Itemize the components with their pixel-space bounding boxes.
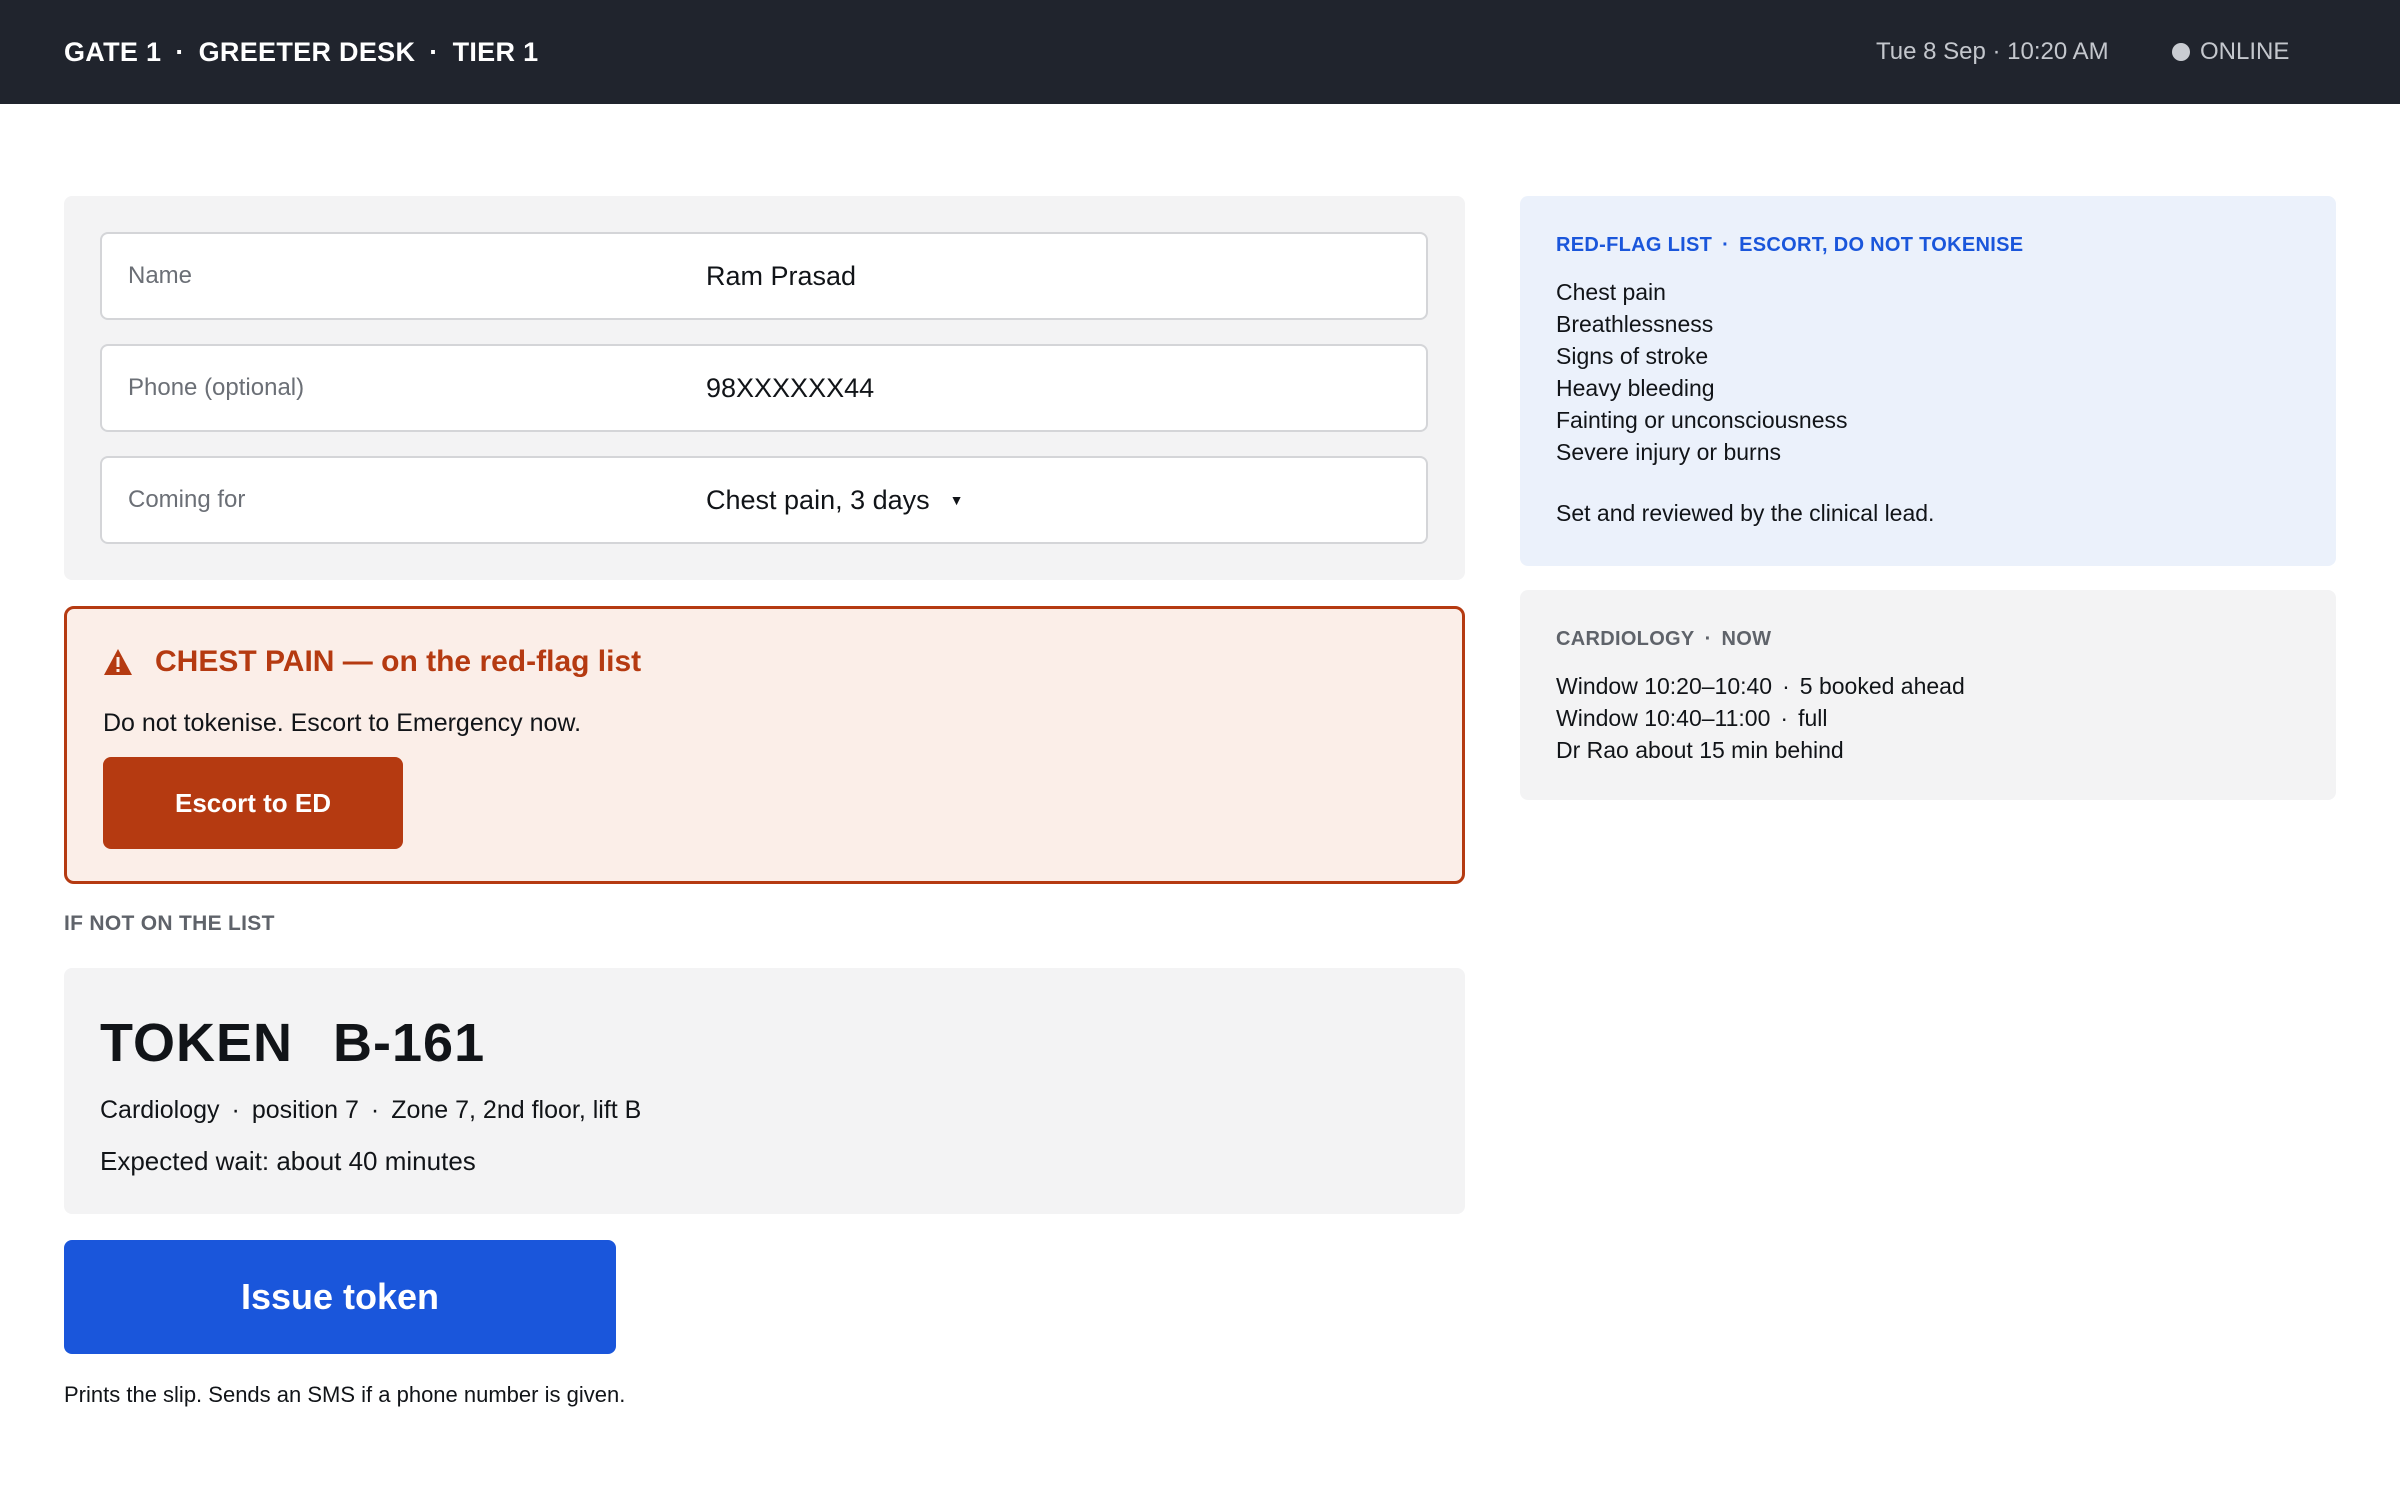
crumb-separator: · — [175, 36, 185, 67]
top-bar: GATE 1 · GREETER DESK · TIER 1 Tue 8 Sep… — [0, 0, 2400, 104]
red-flag-list-panel: RED-FLAG LIST · ESCORT, DO NOT TOKENISE Ch… — [1520, 196, 2336, 566]
cardiology-rows: Window 10:20–10:40 · 5 booked ahead Window… — [1556, 670, 1965, 766]
detail-separator: · — [370, 1096, 380, 1124]
cardiology-heading-a: CARDIOLOGY — [1556, 628, 1695, 650]
doctor-delay-note: Dr Rao about 15 min behind — [1556, 737, 1844, 763]
phone-input[interactable]: 98XXXXXX44 — [706, 346, 874, 430]
token-details: Cardiology · position 7 · Zone 7, 2nd floor,… — [100, 1096, 641, 1125]
red-flag-heading-a: RED-FLAG LIST — [1556, 234, 1713, 256]
status-label: ONLINE — [2200, 38, 2290, 65]
list-item: Heavy bleeding — [1556, 375, 1715, 401]
red-flag-heading-b: ESCORT, DO NOT TOKENISE — [1739, 234, 2024, 256]
red-flag-heading: RED-FLAG LIST · ESCORT, DO NOT TOKENISE — [1556, 234, 2023, 257]
phone-field[interactable]: Phone (optional) 98XXXXXX44 — [100, 344, 1428, 432]
reason-label: Coming for — [128, 486, 246, 513]
alert-title: CHEST PAIN — on the red-flag list — [155, 645, 642, 678]
window-info: full — [1798, 705, 1828, 731]
issue-token-button[interactable]: Issue token — [64, 1240, 616, 1354]
heading-separator: · — [1722, 234, 1730, 256]
location-breadcrumb: GATE 1 · GREETER DESK · TIER 1 — [64, 0, 538, 104]
window-time: Window 10:40–11:00 — [1556, 705, 1771, 731]
window-row: Window 10:40–11:00 · full — [1556, 702, 1965, 734]
list-item: Signs of stroke — [1556, 343, 1709, 369]
cardiology-heading: CARDIOLOGY · NOW — [1556, 628, 1771, 651]
name-field[interactable]: Name Ram Prasad — [100, 232, 1428, 320]
red-flag-note: Set and reviewed by the clinical lead. — [1556, 500, 1935, 526]
expected-wait: Expected wait: about 40 minutes — [100, 1146, 476, 1176]
cardiology-status-panel: CARDIOLOGY · NOW Window 10:20–10:40 · 5 book… — [1520, 590, 2336, 800]
crumb-desk: GREETER DESK — [198, 36, 416, 67]
token-department: Cardiology — [100, 1096, 220, 1124]
dropdown-caret-icon[interactable]: ▼ — [950, 492, 964, 508]
row-separator: · — [1782, 673, 1790, 699]
window-time: Window 10:20–10:40 — [1556, 673, 1773, 699]
red-flag-items: Chest pain Breathlessness Signs of strok… — [1556, 276, 1848, 468]
escort-to-ed-button[interactable]: Escort to ED — [103, 757, 403, 849]
red-flag-alert: CHEST PAIN — on the red-flag list Do not… — [64, 606, 1465, 884]
crumb-gate: GATE 1 — [64, 36, 162, 67]
name-label: Name — [128, 262, 193, 289]
crumb-tier: TIER 1 — [452, 36, 539, 67]
heading-separator: · — [1704, 628, 1712, 650]
reason-select[interactable]: Coming for Chest pain, 3 days ▼ — [100, 456, 1428, 544]
window-info: 5 booked ahead — [1799, 673, 1965, 699]
phone-label: Phone (optional) — [128, 374, 305, 401]
token-word: TOKEN — [100, 1013, 294, 1073]
name-input[interactable]: Ram Prasad — [706, 234, 856, 318]
reason-value-wrap[interactable]: Chest pain, 3 days ▼ — [706, 458, 964, 542]
token-number: B-161 — [333, 1013, 486, 1073]
list-item: Breathlessness — [1556, 311, 1714, 337]
detail-separator: · — [231, 1096, 240, 1124]
issue-token-note: Prints the slip. Sends an SMS if a phone… — [64, 1382, 626, 1407]
list-item: Severe injury or burns — [1556, 439, 1781, 465]
warning-icon — [104, 649, 132, 675]
fallback-section-label: IF NOT ON THE LIST — [64, 912, 275, 935]
row-separator: · — [1780, 705, 1789, 731]
alert-message: Do not tokenise. Escort to Emergency now… — [103, 709, 582, 737]
patient-form: Name Ram Prasad Phone (optional) 98XXXXX… — [64, 196, 1465, 580]
token-position: position 7 — [251, 1096, 359, 1124]
token-location: Zone 7, 2nd floor, lift B — [391, 1096, 642, 1124]
cardiology-heading-b: NOW — [1721, 628, 1772, 650]
crumb-separator: · — [429, 36, 439, 67]
reason-value: Chest pain, 3 days — [706, 484, 930, 515]
list-item: Fainting or unconsciousness — [1556, 407, 1848, 433]
datetime: Tue 8 Sep · 10:20 AM — [1876, 38, 2109, 65]
alert-heading: CHEST PAIN — on the red-flag list — [103, 645, 641, 679]
token-title: TOKEN B-161 — [100, 1012, 485, 1074]
status-dot-icon — [2172, 43, 2190, 61]
token-card: TOKEN B-161 Cardiology · position 7 · Zone 7,… — [64, 968, 1465, 1214]
connection-status: ONLINE — [2172, 0, 2289, 104]
list-item: Chest pain — [1556, 279, 1666, 305]
window-row: Window 10:20–10:40 · 5 booked ahead — [1556, 670, 1965, 702]
